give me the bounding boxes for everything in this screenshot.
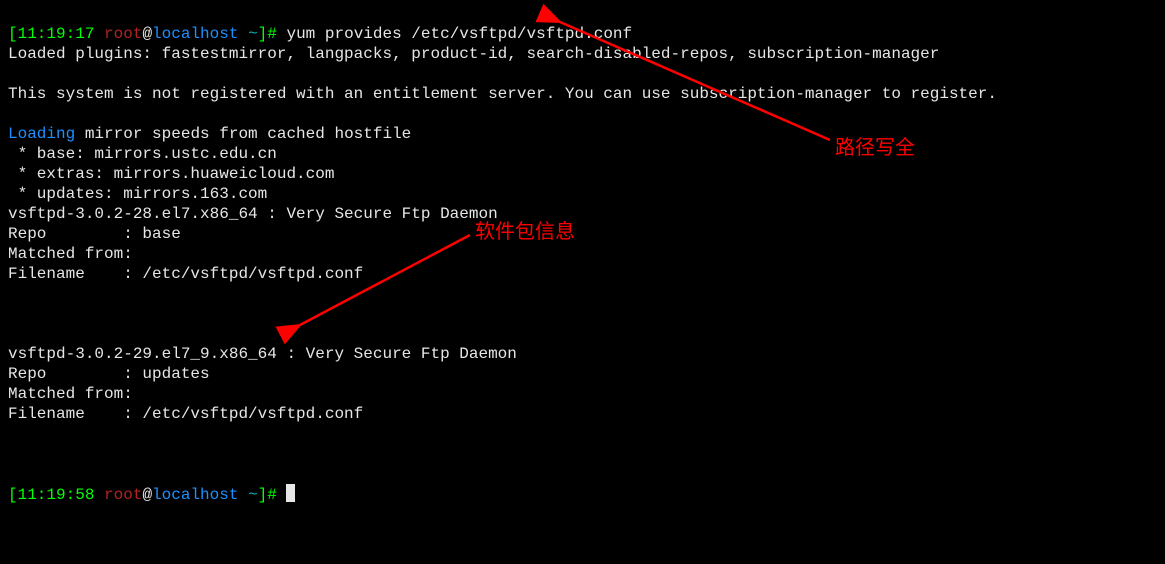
prompt-path: ~ xyxy=(238,25,257,43)
output-line: vsftpd-3.0.2-29.el7_9.x86_64 : Very Secu… xyxy=(8,345,517,363)
annotation-label-pkg: 软件包信息 xyxy=(475,222,575,242)
output-line: * base: mirrors.ustc.edu.cn xyxy=(8,145,277,163)
prompt-path: ~ xyxy=(238,486,257,504)
output-line: Matched from: xyxy=(8,385,133,403)
output-line: * extras: mirrors.huaweicloud.com xyxy=(8,165,334,183)
output-line: vsftpd-3.0.2-28.el7.x86_64 : Very Secure… xyxy=(8,205,498,223)
prompt-close: ]# xyxy=(258,486,277,504)
command-line: yum provides /etc/vsftpd/vsftpd.conf xyxy=(277,25,632,43)
prompt-user: root xyxy=(94,25,142,43)
cursor xyxy=(286,484,295,502)
output-line: Filename : /etc/vsftpd/vsftpd.conf xyxy=(8,265,363,283)
prompt-user: root xyxy=(94,486,142,504)
output-line: * updates: mirrors.163.com xyxy=(8,185,267,203)
output-line: Matched from: xyxy=(8,245,133,263)
prompt-host: localhost xyxy=(152,25,238,43)
timestamp: [11:19:58 xyxy=(8,486,94,504)
prompt-close: ]# xyxy=(258,25,277,43)
output-line: mirror speeds from cached hostfile xyxy=(75,125,411,143)
prompt-at: @ xyxy=(142,25,152,43)
output-line: Repo : updates xyxy=(8,365,210,383)
command-line xyxy=(277,486,287,504)
output-line: Repo : base xyxy=(8,225,181,243)
output-line: This system is not registered with an en… xyxy=(8,85,997,103)
prompt-at: @ xyxy=(142,486,152,504)
annotation-label-path: 路径写全 xyxy=(835,138,915,158)
output-loading: Loading xyxy=(8,125,75,143)
prompt-host: localhost xyxy=(152,486,238,504)
output-line: Loaded plugins: fastestmirror, langpacks… xyxy=(8,45,939,63)
output-line: Filename : /etc/vsftpd/vsftpd.conf xyxy=(8,405,363,423)
terminal-window[interactable]: [11:19:17 root@localhost ~]# yum provide… xyxy=(0,0,1165,564)
timestamp: [11:19:17 xyxy=(8,25,94,43)
